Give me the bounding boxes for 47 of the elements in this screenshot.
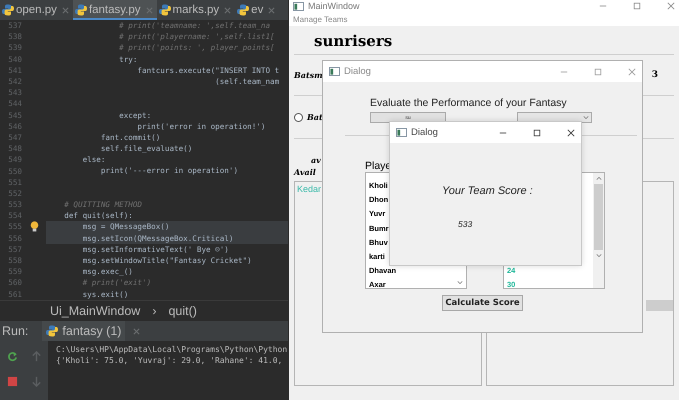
- radio-button[interactable]: [294, 112, 303, 122]
- python-icon: [46, 325, 58, 337]
- down-arrow-icon[interactable]: [30, 376, 42, 387]
- window-icon: [329, 67, 340, 76]
- file-tab[interactable]: open.py: [0, 0, 73, 20]
- breadcrumb-item[interactable]: ›: [152, 304, 156, 318]
- run-tab[interactable]: fantasy (1): [42, 321, 126, 341]
- python-icon: [2, 4, 14, 16]
- window-title: MainWindow: [308, 1, 360, 11]
- dialog-title: Dialog: [411, 127, 438, 138]
- count-value: 3: [652, 70, 658, 80]
- run-label: Run:: [1, 324, 30, 338]
- section-label: av: [310, 155, 322, 165]
- score-value: 533: [458, 219, 474, 229]
- scrollbar-thumb[interactable]: [594, 184, 603, 250]
- caret-icon: [596, 253, 602, 258]
- python-icon: [237, 4, 250, 16]
- menu-item[interactable]: Manage Teams: [293, 14, 348, 24]
- dialog-heading: Evaluate the Performance of your Fantasy: [370, 97, 568, 109]
- scrollbar[interactable]: [593, 173, 604, 288]
- team-name: sunrisers: [313, 31, 394, 52]
- python-icon: [74, 4, 87, 16]
- file-tab[interactable]: marks.py: [156, 0, 236, 20]
- caret-icon: [583, 115, 589, 120]
- breadcrumb-item[interactable]: Ui_MainWindow: [50, 304, 140, 318]
- category-label: Batsm: [294, 70, 323, 80]
- radio-label: Bat: [307, 112, 323, 122]
- console-output: C:\Users\HP\AppData\Local\Programs\Python\Python: [56, 345, 288, 356]
- file-tab[interactable]: fantasy.py: [72, 0, 157, 20]
- close-icon[interactable]: [567, 128, 575, 136]
- file-tab[interactable]: ev: [235, 0, 280, 20]
- scrollbar[interactable]: [646, 300, 673, 311]
- caret-icon[interactable]: [457, 280, 463, 285]
- rerun-icon[interactable]: [6, 351, 18, 362]
- window-icon: [396, 128, 407, 137]
- breadcrumb-item[interactable]: quit(): [168, 304, 197, 318]
- maximize-icon[interactable]: [533, 128, 541, 136]
- score-label: Your Team Score :: [442, 185, 534, 197]
- lightbulb-icon[interactable]: [30, 221, 38, 232]
- python-icon: [158, 4, 171, 16]
- caret-icon: [596, 176, 602, 181]
- console-output: {'Kholi': 75.0, 'Yuvraj': 29.0, 'Rahane': 41.0,: [56, 356, 284, 367]
- calculate-score-button[interactable]: Calculate Score: [442, 295, 523, 311]
- stop-icon[interactable]: [6, 376, 18, 387]
- section-label: Avail: [294, 167, 317, 177]
- dialog-title: Dialog: [344, 66, 371, 77]
- up-arrow-icon[interactable]: [30, 351, 42, 362]
